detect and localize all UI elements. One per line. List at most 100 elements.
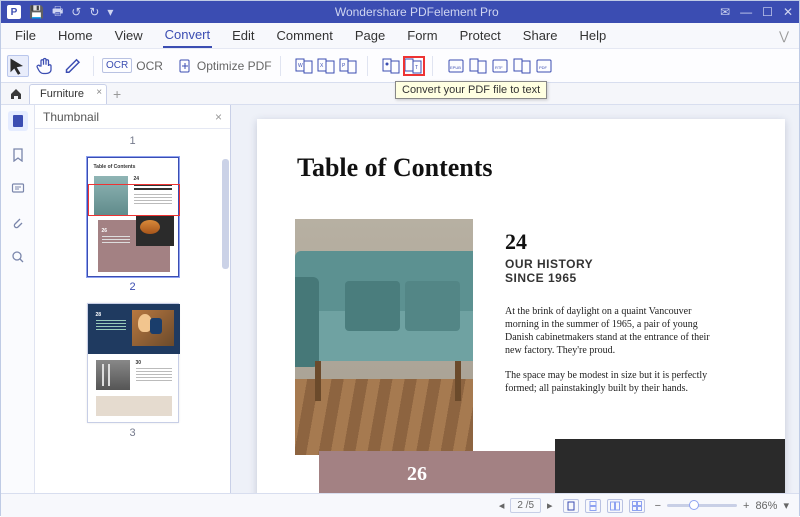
prev-page-icon[interactable]: ◂ xyxy=(499,499,505,512)
menu-view[interactable]: View xyxy=(113,23,145,48)
to-image-icon[interactable] xyxy=(382,57,402,75)
to-rtf-icon[interactable]: RTF xyxy=(491,57,511,75)
hand-tool-icon[interactable] xyxy=(35,55,57,77)
document-tab[interactable]: Furniture × xyxy=(29,84,107,104)
redo-icon[interactable]: ↻ xyxy=(89,5,99,19)
ocr-icon: OCR xyxy=(102,58,132,73)
convert-format-group-1: W X P xyxy=(295,57,359,75)
zoom-slider-knob[interactable] xyxy=(689,500,699,510)
zoom-value: 86% xyxy=(755,500,777,512)
toolbar-separator xyxy=(432,56,433,76)
section-paragraph: The space may be modest in size but it i… xyxy=(505,369,715,395)
menu-comment[interactable]: Comment xyxy=(275,23,335,48)
toolbar-separator xyxy=(93,56,94,76)
section-number: 24 xyxy=(505,229,527,255)
home-tab-icon[interactable] xyxy=(7,86,25,102)
menu-help[interactable]: Help xyxy=(578,23,609,48)
maximize-button[interactable]: ☐ xyxy=(762,5,773,19)
menu-page[interactable]: Page xyxy=(353,23,387,48)
two-page-continuous-icon[interactable] xyxy=(629,499,645,513)
select-tool-icon[interactable] xyxy=(7,55,29,77)
optimize-label: Optimize PDF xyxy=(197,59,272,73)
to-pdf-icon[interactable]: PDF xyxy=(535,57,555,75)
undo-icon[interactable]: ↺ xyxy=(71,5,81,19)
thumbnail-panel-header: Thumbnail × xyxy=(35,105,230,129)
document-viewport[interactable]: Table of Contents 24 OUR HISTORY SINCE 1… xyxy=(231,105,799,493)
continuous-view-icon[interactable] xyxy=(585,499,601,513)
thumbnail-item[interactable]: 28 30 3 xyxy=(41,303,224,439)
thumbnail-number: 3 xyxy=(129,427,135,439)
section-heading-line-1: OUR HISTORY xyxy=(505,257,593,271)
to-html-icon[interactable] xyxy=(469,57,489,75)
to-word-icon[interactable]: W xyxy=(295,57,315,75)
thumbnail-panel-title: Thumbnail xyxy=(43,110,99,124)
svg-text:PDF: PDF xyxy=(539,65,548,70)
to-epub-icon[interactable]: EPUB xyxy=(447,57,467,75)
svg-text:W: W xyxy=(298,63,303,69)
single-page-view-icon[interactable] xyxy=(563,499,579,513)
edit-tool-icon[interactable] xyxy=(63,55,85,77)
to-excel-icon[interactable]: X xyxy=(317,57,337,75)
attachments-icon[interactable] xyxy=(8,213,28,233)
optimize-icon xyxy=(177,58,193,74)
comments-icon[interactable] xyxy=(8,179,28,199)
menu-form[interactable]: Form xyxy=(405,23,439,48)
menu-file[interactable]: File xyxy=(13,23,38,48)
menu-share[interactable]: Share xyxy=(521,23,560,48)
section-heading-line-2: SINCE 1965 xyxy=(505,271,577,285)
page-title: Table of Contents xyxy=(297,153,493,183)
left-rail xyxy=(1,105,35,493)
print-icon[interactable]: 🖶 xyxy=(52,2,63,23)
menu-convert[interactable]: Convert xyxy=(163,23,213,48)
close-button[interactable]: ✕ xyxy=(783,5,793,19)
tab-close-icon[interactable]: × xyxy=(96,87,102,98)
to-ppt-icon[interactable]: P xyxy=(339,57,359,75)
zoom-slider[interactable] xyxy=(667,504,737,507)
two-page-view-icon[interactable] xyxy=(607,499,623,513)
page-indicator[interactable]: 2 /5 xyxy=(510,498,541,513)
panel-close-icon[interactable]: × xyxy=(215,110,222,124)
logo-icon: P xyxy=(7,5,21,19)
window-controls: ✉ — ☐ ✕ xyxy=(720,5,793,19)
thumbnail-page[interactable]: 28 30 xyxy=(87,303,179,423)
thumbnail-item[interactable]: Table of Contents 24 26 2 xyxy=(41,157,224,293)
page-navigation: ◂ 2 /5 ▸ xyxy=(499,498,553,513)
thumbnail-item[interactable]: 1 xyxy=(41,131,224,147)
convert-toolbar: OCR OCR Optimize PDF W X P T EPUB RTF PD… xyxy=(1,49,799,83)
toolbar-separator xyxy=(280,56,281,76)
bookmarks-icon[interactable] xyxy=(8,145,28,165)
collapse-ribbon-icon[interactable]: ⋁ xyxy=(779,29,789,43)
to-text-icon[interactable]: T xyxy=(404,57,424,75)
mail-icon[interactable]: ✉ xyxy=(720,5,730,19)
search-rail-icon[interactable] xyxy=(8,247,28,267)
svg-text:T: T xyxy=(415,65,418,71)
svg-text:P: P xyxy=(342,63,346,69)
thumbnail-page[interactable]: Table of Contents 24 26 xyxy=(87,157,179,277)
add-tab-button[interactable]: + xyxy=(113,86,131,102)
thumbnail-list[interactable]: 1 Table of Contents 24 26 2 xyxy=(35,129,230,493)
tooltip: Convert your PDF file to text xyxy=(395,81,547,99)
menu-protect[interactable]: Protect xyxy=(458,23,503,48)
dark-image-block xyxy=(555,439,785,493)
status-bar: ◂ 2 /5 ▸ − + 86% ▾ xyxy=(1,493,799,517)
title-bar: P 💾 🖶 ↺ ↻ ▾ Wondershare PDFelement Pro ✉… xyxy=(1,1,799,23)
minimize-button[interactable]: — xyxy=(740,5,752,19)
app-title: Wondershare PDFelement Pro xyxy=(113,5,720,19)
save-icon[interactable]: 💾 xyxy=(29,5,44,19)
menu-home[interactable]: Home xyxy=(56,23,95,48)
next-page-icon[interactable]: ▸ xyxy=(547,499,553,512)
svg-text:X: X xyxy=(320,63,324,69)
zoom-out-button[interactable]: − xyxy=(655,500,661,512)
zoom-controls: − + 86% ▾ xyxy=(655,499,789,512)
optimize-pdf-button[interactable]: Optimize PDF xyxy=(177,58,272,74)
to-other-icon[interactable] xyxy=(513,57,533,75)
zoom-dropdown-icon[interactable]: ▾ xyxy=(783,499,789,512)
convert-format-group-2: T xyxy=(382,57,424,75)
menu-edit[interactable]: Edit xyxy=(230,23,256,48)
zoom-in-button[interactable]: + xyxy=(743,500,749,512)
ocr-button[interactable]: OCR OCR xyxy=(102,58,163,73)
thumbnails-icon[interactable] xyxy=(8,111,28,131)
toolbar-separator xyxy=(367,56,368,76)
thumbnail-scrollbar[interactable] xyxy=(222,159,229,269)
view-mode-controls xyxy=(563,499,645,513)
